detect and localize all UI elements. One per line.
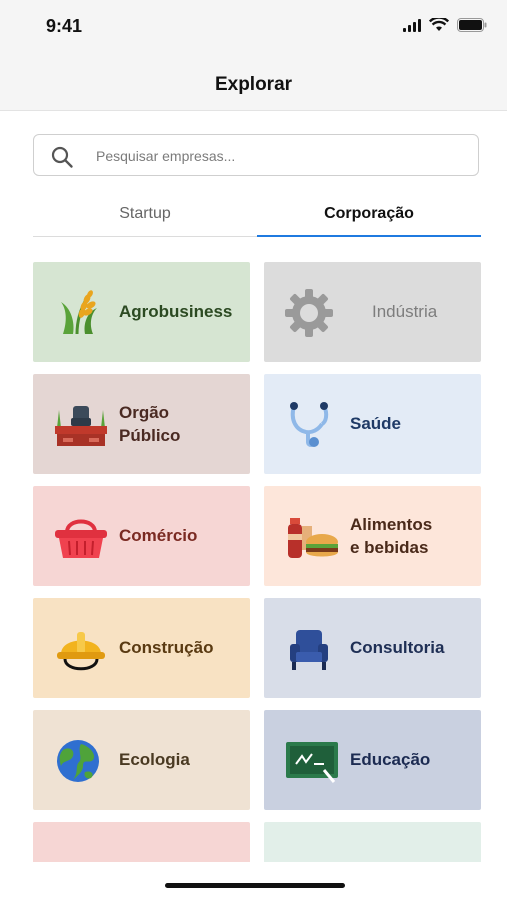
- category-label-line: Orgão: [119, 403, 170, 422]
- tab-corporacao[interactable]: Corporação: [257, 194, 481, 237]
- hard-hat-icon: [53, 624, 105, 674]
- category-label: Alimentos e bebidas: [350, 513, 432, 559]
- category-card-indústria[interactable]: Indústria: [264, 262, 481, 362]
- category-label: Agrobusiness: [119, 300, 232, 323]
- category-label-line: Consultoria: [350, 638, 445, 657]
- status-time: 9:41: [46, 16, 83, 36]
- category-label: Indústria: [372, 300, 437, 323]
- category-label: Saúde: [350, 412, 401, 435]
- category-label-line: Agrobusiness: [119, 302, 233, 321]
- wheat-icon: [53, 288, 103, 338]
- category-label: Construção: [119, 636, 213, 659]
- battery-icon: [457, 18, 487, 32]
- tab-startup[interactable]: Startup: [33, 194, 257, 237]
- status-icons: [403, 18, 487, 32]
- category-card-agrobusiness[interactable]: Agrobusiness: [33, 262, 250, 362]
- category-label: Ecologia: [119, 748, 190, 771]
- category-label-line: Comércio: [119, 526, 198, 545]
- blackboard-icon: [284, 736, 338, 786]
- category-label-line: Construção: [119, 638, 214, 657]
- category-label: Comércio: [119, 524, 197, 547]
- category-label-line: Educação: [350, 750, 431, 769]
- category-card-construção[interactable]: Construção: [33, 598, 250, 698]
- office-desk-icon: [53, 400, 107, 450]
- category-label-line: Ecologia: [119, 750, 190, 769]
- category-label: Educação: [350, 748, 430, 771]
- category-card-ecologia[interactable]: Ecologia: [33, 710, 250, 810]
- segment-tabs: Startup Corporação: [33, 194, 481, 238]
- category-label-line: Saúde: [350, 414, 402, 433]
- category-label-line: Alimentos: [350, 515, 433, 534]
- category-label: Orgão Público: [119, 401, 180, 447]
- home-indicator: [165, 883, 345, 888]
- gear-icon: [284, 288, 334, 338]
- category-label-line: e bebidas: [350, 538, 429, 557]
- globe-icon: [53, 736, 103, 786]
- status-bar: 9:41: [0, 0, 507, 56]
- category-label-line: Público: [119, 426, 181, 445]
- basket-icon: [53, 512, 107, 562]
- search-bar[interactable]: [33, 134, 479, 177]
- category-card-alimentos[interactable]: Alimentos e bebidas: [264, 486, 481, 586]
- category-label: Consultoria: [350, 636, 444, 659]
- search-icon: [51, 146, 73, 168]
- category-card-partial-10[interactable]: [33, 822, 250, 862]
- stethoscope-icon: [284, 400, 334, 450]
- category-grid: Agrobusiness Indústria Orgão Público Saúde Co…: [0, 238, 507, 862]
- cellular-signal-icon: [403, 18, 421, 32]
- nav-bar: Explorar: [0, 56, 507, 111]
- category-label-line: Indústria: [372, 302, 438, 321]
- search-input[interactable]: [94, 135, 468, 177]
- food-drink-icon: [284, 512, 338, 562]
- category-card-comércio[interactable]: Comércio: [33, 486, 250, 586]
- category-card-consultoria[interactable]: Consultoria: [264, 598, 481, 698]
- wifi-icon: [429, 18, 449, 31]
- category-card-orgão[interactable]: Orgão Público: [33, 374, 250, 474]
- armchair-icon: [284, 624, 334, 674]
- page-title: Explorar: [214, 74, 293, 95]
- category-card-partial-11[interactable]: [264, 822, 481, 862]
- category-card-educação[interactable]: Educação: [264, 710, 481, 810]
- category-card-saúde[interactable]: Saúde: [264, 374, 481, 474]
